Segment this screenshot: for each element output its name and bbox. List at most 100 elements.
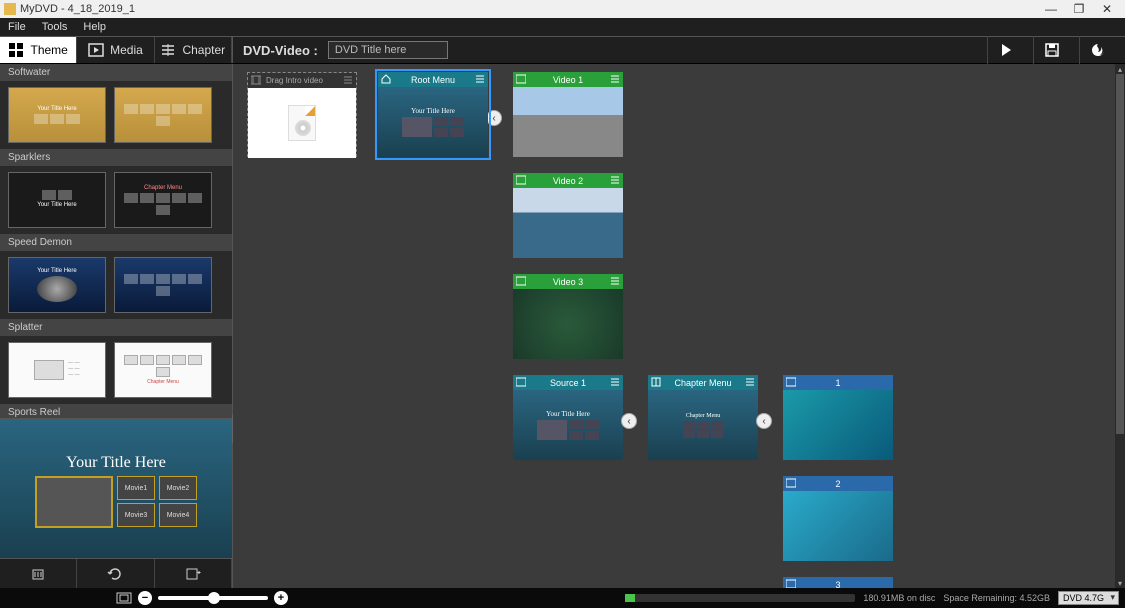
node-title: Video 2: [553, 176, 583, 186]
save-icon: [1045, 43, 1059, 57]
theme-group-softwater: Softwater: [0, 64, 232, 81]
node-video-2[interactable]: Video 2: [513, 173, 623, 258]
fit-icon: [116, 592, 132, 604]
menu-icon[interactable]: [610, 377, 620, 387]
tab-media[interactable]: Media: [77, 37, 154, 63]
theme-preview: Your Title Here Movie1 Movie2 Movie3 Mov…: [0, 418, 232, 558]
zoom-in-button[interactable]: +: [274, 591, 288, 605]
menu-icon[interactable]: [475, 74, 485, 84]
preview-movie: Movie2: [159, 476, 197, 500]
slider-knob[interactable]: [208, 592, 220, 604]
intro-label: Drag Intro video: [266, 76, 323, 85]
status-bar: − + 180.91MB on disc Space Remaining: 4.…: [0, 588, 1125, 608]
menu-icon[interactable]: [610, 175, 620, 185]
disc-type-select[interactable]: DVD 4.7G: [1058, 591, 1119, 605]
close-button[interactable]: ✕: [1093, 0, 1121, 18]
scroll-down-icon[interactable]: ▾: [1115, 578, 1125, 588]
root-preview-title: Your Title Here: [411, 107, 455, 115]
theme-thumb[interactable]: Chapter Menu: [114, 342, 212, 398]
preview-title: Your Title Here: [66, 454, 166, 472]
fit-button[interactable]: [116, 592, 132, 604]
refresh-theme-button[interactable]: [77, 559, 154, 588]
scrollbar-thumb[interactable]: [1116, 74, 1124, 434]
save-button[interactable]: [1033, 36, 1069, 64]
theme-sidebar: Softwater Your Title Here Sparklers Your…: [0, 64, 233, 588]
dvd-video-label: DVD-Video :: [243, 43, 318, 58]
dvd-title-input[interactable]: [328, 41, 448, 59]
node-root-menu[interactable]: Root Menu Your Title Here: [378, 72, 488, 157]
menu-icon[interactable]: [610, 74, 620, 84]
menu-tools[interactable]: Tools: [36, 21, 74, 33]
theme-thumb[interactable]: Your Title Here: [8, 172, 106, 228]
disc-type-label: DVD 4.7G: [1063, 593, 1104, 603]
collapse-button[interactable]: ‹: [621, 413, 637, 429]
chapter-icon: [651, 377, 661, 387]
node-video-1[interactable]: Video 1: [513, 72, 623, 157]
add-theme-button[interactable]: [155, 559, 232, 588]
theme-icon: [8, 42, 24, 58]
maximize-button[interactable]: ❐: [1065, 0, 1093, 18]
theme-thumb[interactable]: Your Title Here: [8, 257, 106, 313]
theme-thumb[interactable]: Chapter Menu: [114, 172, 212, 228]
tab-chapter-label: Chapter: [182, 43, 225, 57]
theme-thumb[interactable]: [114, 87, 212, 143]
node-video-3[interactable]: Video 3: [513, 274, 623, 359]
node-title: Chapter Menu: [674, 378, 731, 388]
theme-list[interactable]: Softwater Your Title Here Sparklers Your…: [0, 64, 232, 418]
theme-group-sports-reel: Sports Reel: [0, 404, 232, 418]
film-icon: [516, 175, 526, 185]
sidebar-tabs: Theme Media Chapter: [0, 37, 233, 63]
disc-used-label: 180.91MB on disc: [863, 593, 935, 603]
tab-theme[interactable]: Theme: [0, 37, 77, 63]
home-icon: [381, 74, 391, 84]
film-icon: [786, 579, 796, 588]
play-icon: [999, 43, 1013, 57]
film-icon: [516, 377, 526, 387]
tab-chapter[interactable]: Chapter: [155, 37, 232, 63]
menu-icon[interactable]: [610, 276, 620, 286]
window-title: MyDVD - 4_18_2019_1: [20, 3, 1037, 15]
play-button[interactable]: [987, 36, 1023, 64]
burn-button[interactable]: [1079, 36, 1115, 64]
collapse-button[interactable]: ‹: [486, 110, 502, 126]
theme-group-sparklers: Sparklers: [0, 149, 232, 166]
theme-thumb[interactable]: [114, 257, 212, 313]
delete-theme-button[interactable]: [0, 559, 77, 588]
node-title: 2: [835, 479, 840, 489]
node-title: Source 1: [550, 378, 586, 388]
menu-icon[interactable]: [343, 75, 353, 85]
menu-bar: File Tools Help: [0, 18, 1125, 36]
burn-icon: [1091, 43, 1105, 57]
preview-movie: Movie1: [117, 476, 155, 500]
theme-thumb[interactable]: Your Title Here: [8, 87, 106, 143]
film-icon: [516, 74, 526, 84]
node-title: 3: [835, 580, 840, 589]
zoom-out-button[interactable]: −: [138, 591, 152, 605]
node-chapter-menu[interactable]: Chapter Menu Chapter Menu: [648, 375, 758, 460]
node-clip-1[interactable]: 1: [783, 375, 893, 460]
film-icon: [786, 478, 796, 488]
menu-help[interactable]: Help: [77, 21, 112, 33]
menu-file[interactable]: File: [2, 21, 32, 33]
film-icon: [251, 75, 261, 85]
node-clip-2[interactable]: 2: [783, 476, 893, 561]
zoom-slider[interactable]: [158, 596, 268, 600]
menu-icon[interactable]: [745, 377, 755, 387]
node-title: Root Menu: [411, 75, 455, 85]
disc-remaining-label: Space Remaining: 4.52GB: [943, 593, 1050, 603]
main-area: Softwater Your Title Here Sparklers Your…: [0, 64, 1125, 588]
chapter-icon: [160, 42, 176, 58]
tab-media-label: Media: [110, 43, 143, 57]
scroll-up-icon[interactable]: ▴: [1115, 64, 1125, 74]
intro-drop-zone[interactable]: Drag Intro video: [247, 72, 357, 157]
canvas-scrollbar[interactable]: ▴ ▾: [1115, 64, 1125, 588]
node-source-1[interactable]: Source 1 Your Title Here: [513, 375, 623, 460]
theme-thumb[interactable]: — —— —— —: [8, 342, 106, 398]
node-clip-3[interactable]: 3: [783, 577, 893, 588]
film-icon: [786, 377, 796, 387]
minimize-button[interactable]: —: [1037, 0, 1065, 18]
preview-main-thumb: [35, 476, 113, 528]
collapse-button[interactable]: ‹: [756, 413, 772, 429]
reload-icon: [107, 568, 123, 580]
canvas[interactable]: Drag Intro video ‹ Root Menu Your Title …: [233, 64, 1125, 588]
